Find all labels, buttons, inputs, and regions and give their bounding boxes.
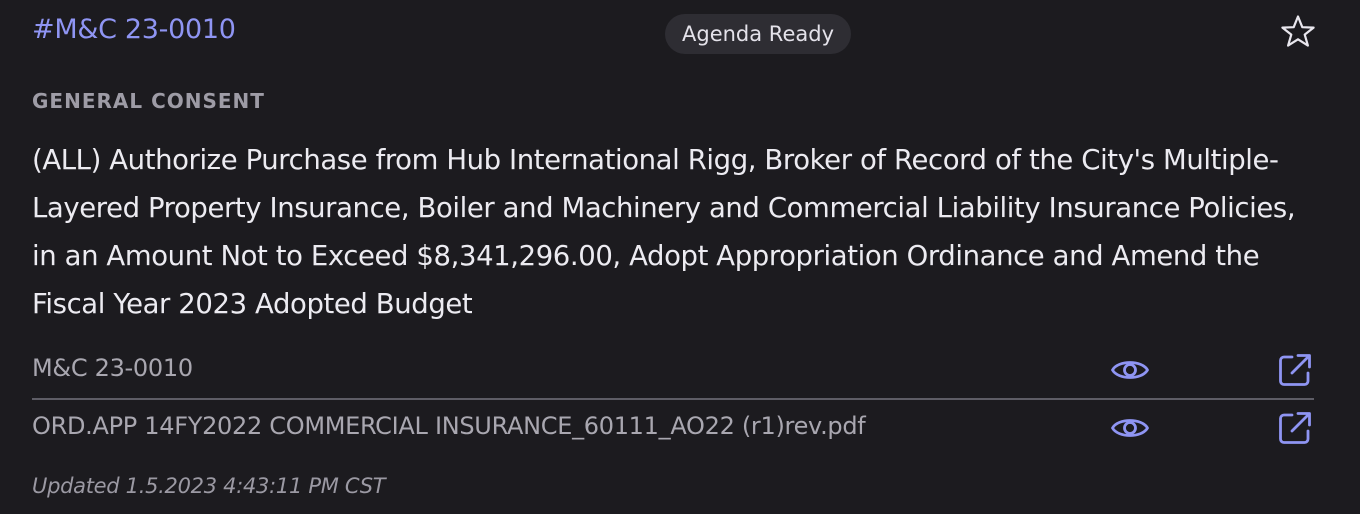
updated-timestamp: Updated 1.5.2023 4:43:11 PM CST bbox=[32, 474, 386, 498]
section-label: GENERAL CONSENT bbox=[32, 89, 265, 113]
item-id-link[interactable]: #M&C 23-0010 bbox=[32, 14, 236, 45]
attachment-name[interactable]: ORD.APP 14FY2022 COMMERCIAL INSURANCE_60… bbox=[32, 412, 866, 440]
agenda-item-card: #M&C 23-0010 Agenda Ready GENERAL CONSEN… bbox=[0, 0, 1360, 514]
item-title: (ALL) Authorize Purchase from Hub Intern… bbox=[32, 144, 1296, 320]
star-icon[interactable] bbox=[1278, 12, 1318, 52]
external-link-icon[interactable] bbox=[1276, 351, 1314, 389]
status-badge: Agenda Ready bbox=[665, 14, 851, 54]
eye-icon[interactable] bbox=[1110, 410, 1150, 446]
external-link-icon[interactable] bbox=[1276, 409, 1314, 447]
eye-icon[interactable] bbox=[1110, 352, 1150, 388]
attachment-row: M&C 23-0010 bbox=[32, 346, 1314, 400]
attachment-row: ORD.APP 14FY2022 COMMERCIAL INSURANCE_60… bbox=[32, 404, 1314, 454]
attachment-name[interactable]: M&C 23-0010 bbox=[32, 354, 193, 382]
